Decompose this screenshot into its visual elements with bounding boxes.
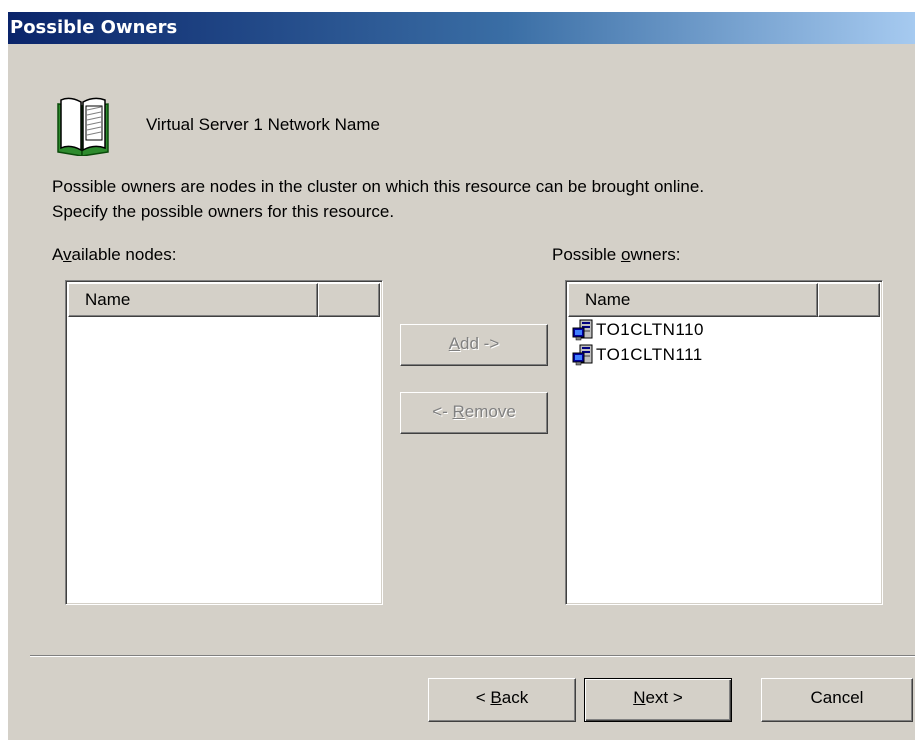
column-extra-header[interactable] (818, 283, 880, 317)
available-list-header: Name (68, 283, 380, 317)
available-list-body[interactable] (68, 317, 380, 602)
owner-node-name: TO1CLTN110 (596, 319, 704, 339)
owners-label-post: wners: (630, 245, 681, 264)
owners-list-header: Name (568, 283, 880, 317)
back-button[interactable]: < Back (428, 678, 576, 722)
possible-owners-label: Possible owners: (552, 245, 681, 265)
next-label: ext > (645, 688, 683, 707)
description: Possible owners are nodes in the cluster… (52, 174, 704, 224)
back-accesskey: B (490, 688, 502, 707)
add-label: dd -> (460, 334, 500, 353)
available-label-pre: A (52, 245, 64, 264)
back-label: ack (501, 688, 529, 707)
next-accesskey: N (633, 688, 646, 707)
list-item[interactable]: TO1CLTN110 (568, 317, 880, 342)
remove-label: emove (464, 402, 516, 421)
cancel-button[interactable]: Cancel (761, 678, 913, 722)
list-item[interactable]: TO1CLTN111 (568, 342, 880, 367)
button-separator (30, 655, 915, 657)
available-label-accesskey: v (63, 245, 72, 264)
remove-label-pre: <- (432, 402, 453, 421)
owner-node-name: TO1CLTN111 (596, 344, 703, 364)
cluster-node-icon (572, 344, 593, 365)
remove-button[interactable]: <- Remove (400, 392, 548, 434)
description-line-2: Specify the possible owners for this res… (52, 202, 395, 221)
dialog-title: Possible Owners (8, 12, 915, 44)
cluster-node-icon (572, 319, 593, 340)
resource-name: Virtual Server 1 Network Name (146, 115, 380, 134)
column-name-header[interactable]: Name (568, 283, 818, 317)
add-button[interactable]: Add -> (400, 324, 548, 366)
add-accesskey: A (448, 334, 461, 353)
owners-label-pre: Possible (552, 245, 621, 264)
remove-accesskey: R (452, 402, 465, 421)
open-book-icon (52, 92, 114, 157)
next-button[interactable]: Next > (584, 678, 732, 722)
description-line-1: Possible owners are nodes in the cluster… (52, 177, 705, 196)
possible-owners-list[interactable]: Name TO1CLTN110 TO1CLTN111 (565, 280, 883, 605)
column-name-header[interactable]: Name (68, 283, 318, 317)
possible-owners-dialog: Possible Owners Virtual Server 1 Network… (8, 12, 915, 740)
available-nodes-label: Available nodes: (52, 245, 176, 265)
owners-list-body[interactable]: TO1CLTN110 TO1CLTN111 (568, 317, 880, 602)
available-label-post: ailable nodes: (71, 245, 177, 264)
back-label-pre: < (475, 688, 491, 707)
column-extra-header[interactable] (318, 283, 380, 317)
available-nodes-list[interactable]: Name (65, 280, 383, 605)
